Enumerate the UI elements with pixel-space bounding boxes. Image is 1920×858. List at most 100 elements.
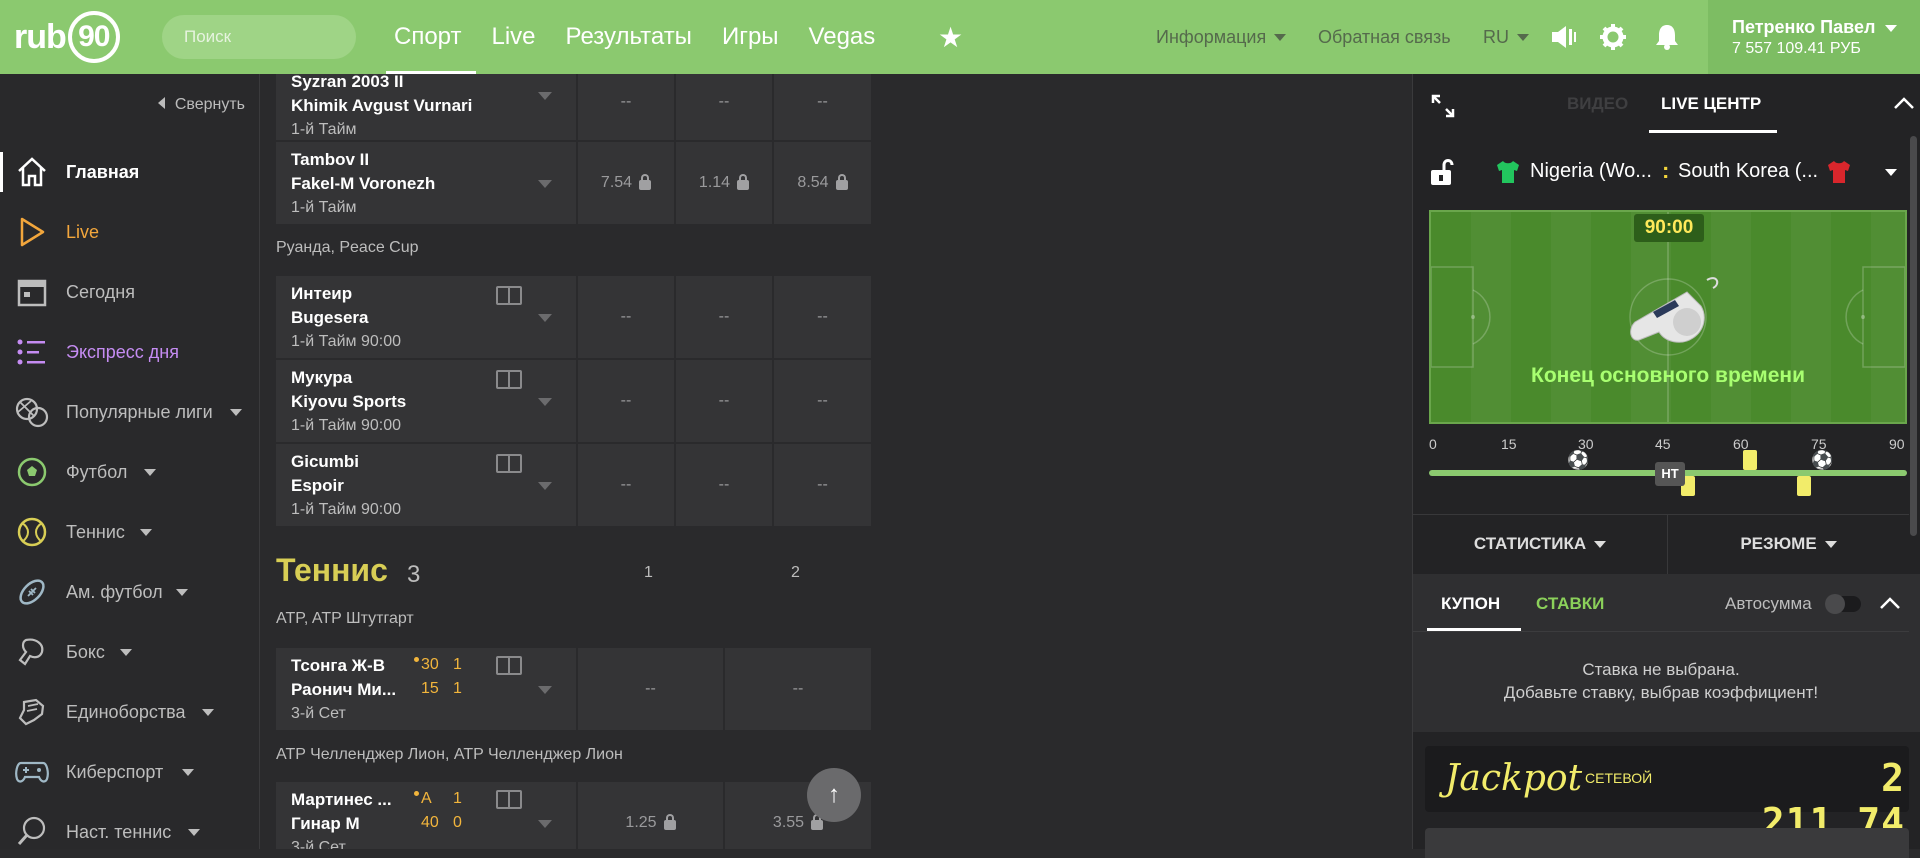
sound-icon[interactable] — [1551, 25, 1577, 49]
league-title[interactable]: Руанда, Peace Cup — [276, 239, 419, 257]
info-dropdown[interactable]: Информация — [1156, 0, 1287, 74]
field-stats-icon[interactable] — [496, 286, 522, 305]
odd-1[interactable]: 1.25 — [576, 782, 723, 849]
sidebar-item-today[interactable]: Сегодня — [0, 268, 260, 316]
odd-2[interactable]: -- — [772, 360, 871, 442]
search-input[interactable]: Поиск — [162, 15, 356, 59]
chevron-down-icon[interactable] — [1885, 169, 1897, 176]
odd-value: 8.54 — [797, 174, 829, 191]
expand-icon[interactable] — [1431, 94, 1455, 118]
event-row[interactable]: Мукура Kiyovu Sports 1-й Тайм 90:00 -- -… — [276, 360, 871, 442]
sidebar-item-express[interactable]: Экспресс дня — [0, 328, 260, 376]
odd-1[interactable]: -- — [576, 276, 674, 358]
chevron-up-icon[interactable] — [1879, 596, 1901, 610]
score-points-away: 40 — [421, 814, 439, 831]
odd-2[interactable]: -- — [772, 74, 871, 140]
sidebar-item-martial-arts[interactable]: Единоборства — [0, 688, 260, 736]
sidebar-item-label: Теннис — [66, 521, 125, 542]
odd-2[interactable]: 8.54 — [772, 142, 871, 224]
statistics-dropdown[interactable]: СТАТИСТИКА — [1413, 514, 1668, 574]
football-icon — [14, 454, 50, 490]
odd-1[interactable]: -- — [576, 360, 674, 442]
favorites-star-icon[interactable]: ★ — [938, 24, 963, 52]
balls-icon — [14, 394, 50, 430]
chevron-down-icon[interactable] — [538, 180, 552, 188]
event-row[interactable]: Gicumbi Espoir 1-й Тайм 90:00 -- -- -- — [276, 444, 871, 526]
home-shirt-icon — [1497, 161, 1519, 183]
sidebar-item-boxing[interactable]: Бокс — [0, 628, 260, 676]
league-title[interactable]: ATP, ATP Штутгарт — [276, 610, 414, 628]
sidebar-item-home[interactable]: Главная — [0, 148, 260, 196]
event-row[interactable]: Тсонга Ж-В Раонич Ми... 3-й Сет 30 1 15 … — [276, 648, 871, 730]
chevron-up-icon[interactable] — [1893, 96, 1915, 110]
sidebar-item-american-football[interactable]: Ам. футбол — [0, 568, 260, 616]
chevron-down-icon[interactable] — [538, 314, 552, 322]
bell-icon[interactable] — [1655, 24, 1679, 50]
summary-dropdown[interactable]: РЕЗЮМЕ — [1668, 514, 1909, 574]
odd-2[interactable]: -- — [723, 648, 871, 730]
sidebar-item-esports[interactable]: Киберспорт — [0, 748, 260, 796]
field-stats-icon[interactable] — [496, 454, 522, 473]
sidebar-item-popular-leagues[interactable]: Популярные лиги — [0, 388, 260, 436]
chevron-down-icon — [1517, 33, 1529, 41]
logo[interactable]: rub 90 — [14, 11, 120, 63]
scrollbar[interactable] — [1908, 132, 1920, 552]
goal-ball-icon: ⚽ — [1811, 450, 1834, 470]
nav-games[interactable]: Игры — [722, 0, 779, 74]
tab-live-center[interactable]: LIVE ЦЕНТР — [1661, 94, 1761, 114]
scrollbar-thumb[interactable] — [1910, 136, 1917, 536]
odd-x[interactable]: -- — [674, 74, 772, 140]
collapse-button[interactable]: Свернуть — [158, 96, 245, 114]
sidebar-item-tennis[interactable]: Теннис — [0, 508, 260, 556]
chevron-down-icon[interactable] — [538, 398, 552, 406]
chevron-down-icon[interactable] — [538, 686, 552, 694]
unlock-icon[interactable] — [1429, 158, 1455, 186]
tab-bets[interactable]: СТАВКИ — [1536, 594, 1604, 614]
odd-1[interactable]: -- — [576, 648, 723, 730]
team-away: Khimik Avgust Vurnari — [291, 96, 473, 115]
event-row[interactable]: Интеир Bugesera 1-й Тайм 90:00 -- -- -- — [276, 276, 871, 358]
odd-2[interactable]: -- — [772, 276, 871, 358]
toggle-knob — [1825, 594, 1845, 614]
tab-coupon[interactable]: КУПОН — [1441, 594, 1500, 614]
jackpot-banner[interactable]: Jackpot СЕТЕВОЙ 2 211.74 — [1425, 746, 1909, 844]
nav-results[interactable]: Результаты — [566, 0, 692, 74]
chevron-down-icon[interactable] — [538, 820, 552, 828]
boxing-icon — [14, 634, 50, 670]
sidebar-item-live[interactable]: Live — [0, 208, 260, 256]
field-stats-icon[interactable] — [496, 370, 522, 389]
language-dropdown[interactable]: RU — [1483, 0, 1529, 74]
odd-x[interactable]: -- — [674, 360, 772, 442]
odd-2[interactable]: -- — [772, 444, 871, 526]
nav-vegas[interactable]: Vegas — [809, 0, 876, 74]
odd-x[interactable]: 1.14 — [674, 142, 772, 224]
autosum-toggle[interactable] — [1825, 594, 1861, 614]
match-selector[interactable]: Nigeria (Wo... : South Korea (... — [1413, 138, 1920, 208]
sidebar-item-football[interactable]: Футбол — [0, 448, 260, 496]
score-points-away: 15 — [421, 680, 439, 697]
feedback-link[interactable]: Обратная связь — [1318, 0, 1451, 74]
nav-live[interactable]: Live — [492, 0, 536, 74]
event-stage: 1-й Тайм 90:00 — [291, 333, 401, 350]
court-stats-icon[interactable] — [496, 790, 522, 809]
odd-1[interactable]: -- — [576, 74, 674, 140]
league-title[interactable]: ATP Челленджер Лион, ATP Челленджер Лион — [276, 746, 623, 764]
gear-icon[interactable] — [1600, 24, 1626, 50]
event-row[interactable]: Мартинес ... Гинар М 3-й Сет A 1 40 0 1.… — [276, 782, 871, 849]
user-menu[interactable]: Петренко Павел 7 557 109.41 РУБ — [1708, 0, 1920, 74]
odd-1[interactable]: -- — [576, 444, 674, 526]
court-stats-icon[interactable] — [496, 656, 522, 675]
odd-1[interactable]: 7.54 — [576, 142, 674, 224]
promo-banner[interactable] — [1425, 828, 1909, 858]
odd-x[interactable]: -- — [674, 444, 772, 526]
chevron-down-icon[interactable] — [538, 92, 552, 100]
chevron-down-icon[interactable] — [538, 482, 552, 490]
tab-video[interactable]: ВИДЕО — [1567, 94, 1628, 114]
event-row[interactable]: Syzran 2003 II Khimik Avgust Vurnari 1-й… — [276, 74, 871, 140]
odd-x[interactable]: -- — [674, 276, 772, 358]
play-icon — [14, 214, 50, 250]
scroll-to-top-button[interactable]: ↑ — [807, 768, 861, 822]
event-row[interactable]: Tambov II Fakel-M Voronezh 1-й Тайм 7.54… — [276, 142, 871, 224]
nav-sport[interactable]: Спорт — [386, 0, 475, 74]
user-name: Петренко Павел — [1732, 17, 1876, 37]
